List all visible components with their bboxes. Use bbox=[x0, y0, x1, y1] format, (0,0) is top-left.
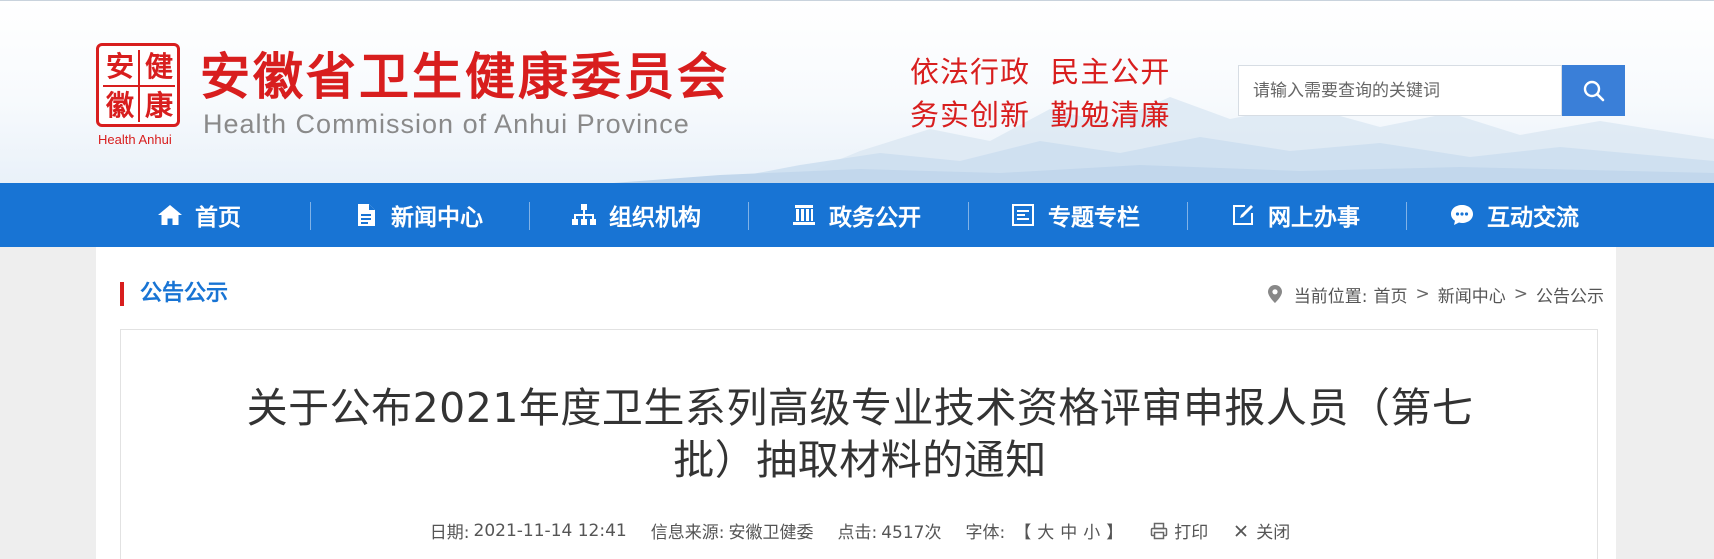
nav-label: 新闻中心 bbox=[391, 205, 483, 231]
font-size-small-button[interactable]: 小 bbox=[1083, 518, 1100, 543]
logo-char: 健 bbox=[144, 50, 173, 83]
nav-label: 组织机构 bbox=[609, 205, 701, 231]
print-label: 打印 bbox=[1174, 523, 1209, 543]
nav-label: 政务公开 bbox=[829, 205, 921, 231]
org-chart-icon bbox=[571, 202, 597, 228]
nav-label: 互动交流 bbox=[1487, 205, 1579, 231]
nav-item-news[interactable]: 新闻中心 bbox=[353, 183, 483, 247]
site-title[interactable]: 安徽省卫生健康委员会 bbox=[200, 47, 730, 107]
breadcrumb-news-center[interactable]: 新闻中心 bbox=[1438, 282, 1506, 307]
article-title-line-1: 关于公布2021年度卫生系列高级专业技术资格评审申报人员（第七 bbox=[246, 384, 1474, 432]
breadcrumb: 当前位置: 首页 > 新闻中心 > 公告公示 bbox=[1267, 281, 1604, 307]
nav-item-online-services[interactable]: 网上办事 bbox=[1230, 183, 1360, 247]
article-meta: 日期: 2021-11-14 12:41 信息来源: 安徽卫健委 点击: 451… bbox=[121, 518, 1599, 544]
slogan-line-1: 依法行政 民主公开 bbox=[910, 55, 1171, 89]
search-icon bbox=[1583, 80, 1604, 101]
breadcrumb-separator: > bbox=[1513, 284, 1528, 304]
nav-item-special-topics[interactable]: 专题专栏 bbox=[1010, 183, 1140, 247]
breadcrumb-separator: > bbox=[1415, 284, 1430, 304]
section-title[interactable]: 公告公示 bbox=[140, 278, 228, 310]
close-label: 关闭 bbox=[1256, 523, 1291, 543]
nav-item-government-affairs[interactable]: 政务公开 bbox=[791, 183, 921, 247]
home-icon bbox=[157, 202, 183, 228]
clicks-value: 4517次 bbox=[881, 523, 942, 543]
search-button[interactable] bbox=[1562, 65, 1625, 116]
nav-item-interaction[interactable]: 互动交流 bbox=[1449, 183, 1579, 247]
nav-divider bbox=[529, 202, 530, 230]
close-icon bbox=[1232, 522, 1250, 540]
meta-source: 信息来源: 安徽卫健委 bbox=[651, 518, 814, 543]
breadcrumb-prefix: 当前位置: bbox=[1293, 286, 1368, 307]
logo-char: 安 bbox=[105, 50, 134, 83]
logo-char: 徽 bbox=[105, 89, 134, 122]
close-button[interactable]: 关闭 bbox=[1232, 518, 1290, 543]
building-icon bbox=[791, 202, 817, 228]
location-pin-icon bbox=[1267, 284, 1284, 304]
source-value: 安徽卫健委 bbox=[728, 523, 814, 543]
logo-char: 康 bbox=[144, 89, 173, 122]
slogan-line-2: 务实创新 勤勉清廉 bbox=[910, 98, 1171, 132]
nav-divider bbox=[310, 202, 311, 230]
search-input[interactable] bbox=[1239, 66, 1561, 115]
site-header: 安 健 徽 康 Health Anhui 安徽省卫生健康委员会 Health C… bbox=[0, 0, 1714, 183]
date-value: 2021-11-14 12:41 bbox=[473, 520, 627, 541]
logo-subtitle: Health Anhui bbox=[98, 132, 172, 147]
site-logo[interactable]: 安 健 徽 康 bbox=[96, 43, 180, 127]
meta-font-size: 字体: 【 大 中 小 】 bbox=[965, 518, 1126, 543]
meta-clicks: 点击: 4517次 bbox=[837, 518, 941, 543]
nav-label: 网上办事 bbox=[1268, 205, 1360, 231]
article-title-line-2: 批）抽取材料的通知 bbox=[673, 436, 1047, 484]
breadcrumb-announcements[interactable]: 公告公示 bbox=[1536, 282, 1604, 307]
meta-date: 日期: 2021-11-14 12:41 bbox=[429, 518, 627, 544]
date-label: 日期: bbox=[429, 523, 470, 543]
nav-label: 首页 bbox=[195, 205, 241, 231]
bracket-close: 】 bbox=[1106, 523, 1124, 543]
section-marker bbox=[120, 282, 124, 306]
main-nav: 首页 新闻中心 组织机构 政务公开 专题专栏 网上办事 互动交流 bbox=[0, 183, 1714, 247]
nav-item-organization[interactable]: 组织机构 bbox=[571, 183, 701, 247]
list-box-icon bbox=[1010, 202, 1036, 228]
bracket-open: 【 bbox=[1014, 523, 1032, 543]
chat-icon bbox=[1449, 202, 1475, 228]
nav-divider bbox=[1187, 202, 1188, 230]
printer-icon bbox=[1150, 522, 1168, 540]
font-size-label: 字体: bbox=[965, 523, 1006, 543]
nav-label: 专题专栏 bbox=[1048, 205, 1140, 231]
document-icon bbox=[353, 202, 379, 228]
article-title: 关于公布2021年度卫生系列高级专业技术资格评审申报人员（第七 批）抽取材料的通… bbox=[161, 382, 1559, 486]
edit-icon bbox=[1230, 202, 1256, 228]
font-size-large-button[interactable]: 大 bbox=[1037, 518, 1054, 543]
article: 关于公布2021年度卫生系列高级专业技术资格评审申报人员（第七 批）抽取材料的通… bbox=[120, 329, 1598, 559]
clicks-label: 点击: bbox=[837, 523, 878, 543]
font-size-medium-button[interactable]: 中 bbox=[1060, 518, 1077, 543]
nav-divider bbox=[968, 202, 969, 230]
source-label: 信息来源: bbox=[650, 523, 725, 543]
content-panel: 公告公示 当前位置: 首页 > 新闻中心 > 公告公示 关于公布2021年度卫生… bbox=[96, 247, 1616, 559]
nav-item-home[interactable]: 首页 bbox=[157, 183, 241, 247]
font-size-controls: 【 大 中 小 】 bbox=[1011, 518, 1126, 543]
print-button[interactable]: 打印 bbox=[1150, 518, 1208, 543]
site-title-english: Health Commission of Anhui Province bbox=[203, 109, 690, 139]
search-box bbox=[1238, 65, 1562, 116]
nav-divider bbox=[1406, 202, 1407, 230]
breadcrumb-home[interactable]: 首页 bbox=[1374, 282, 1408, 307]
nav-divider bbox=[748, 202, 749, 230]
